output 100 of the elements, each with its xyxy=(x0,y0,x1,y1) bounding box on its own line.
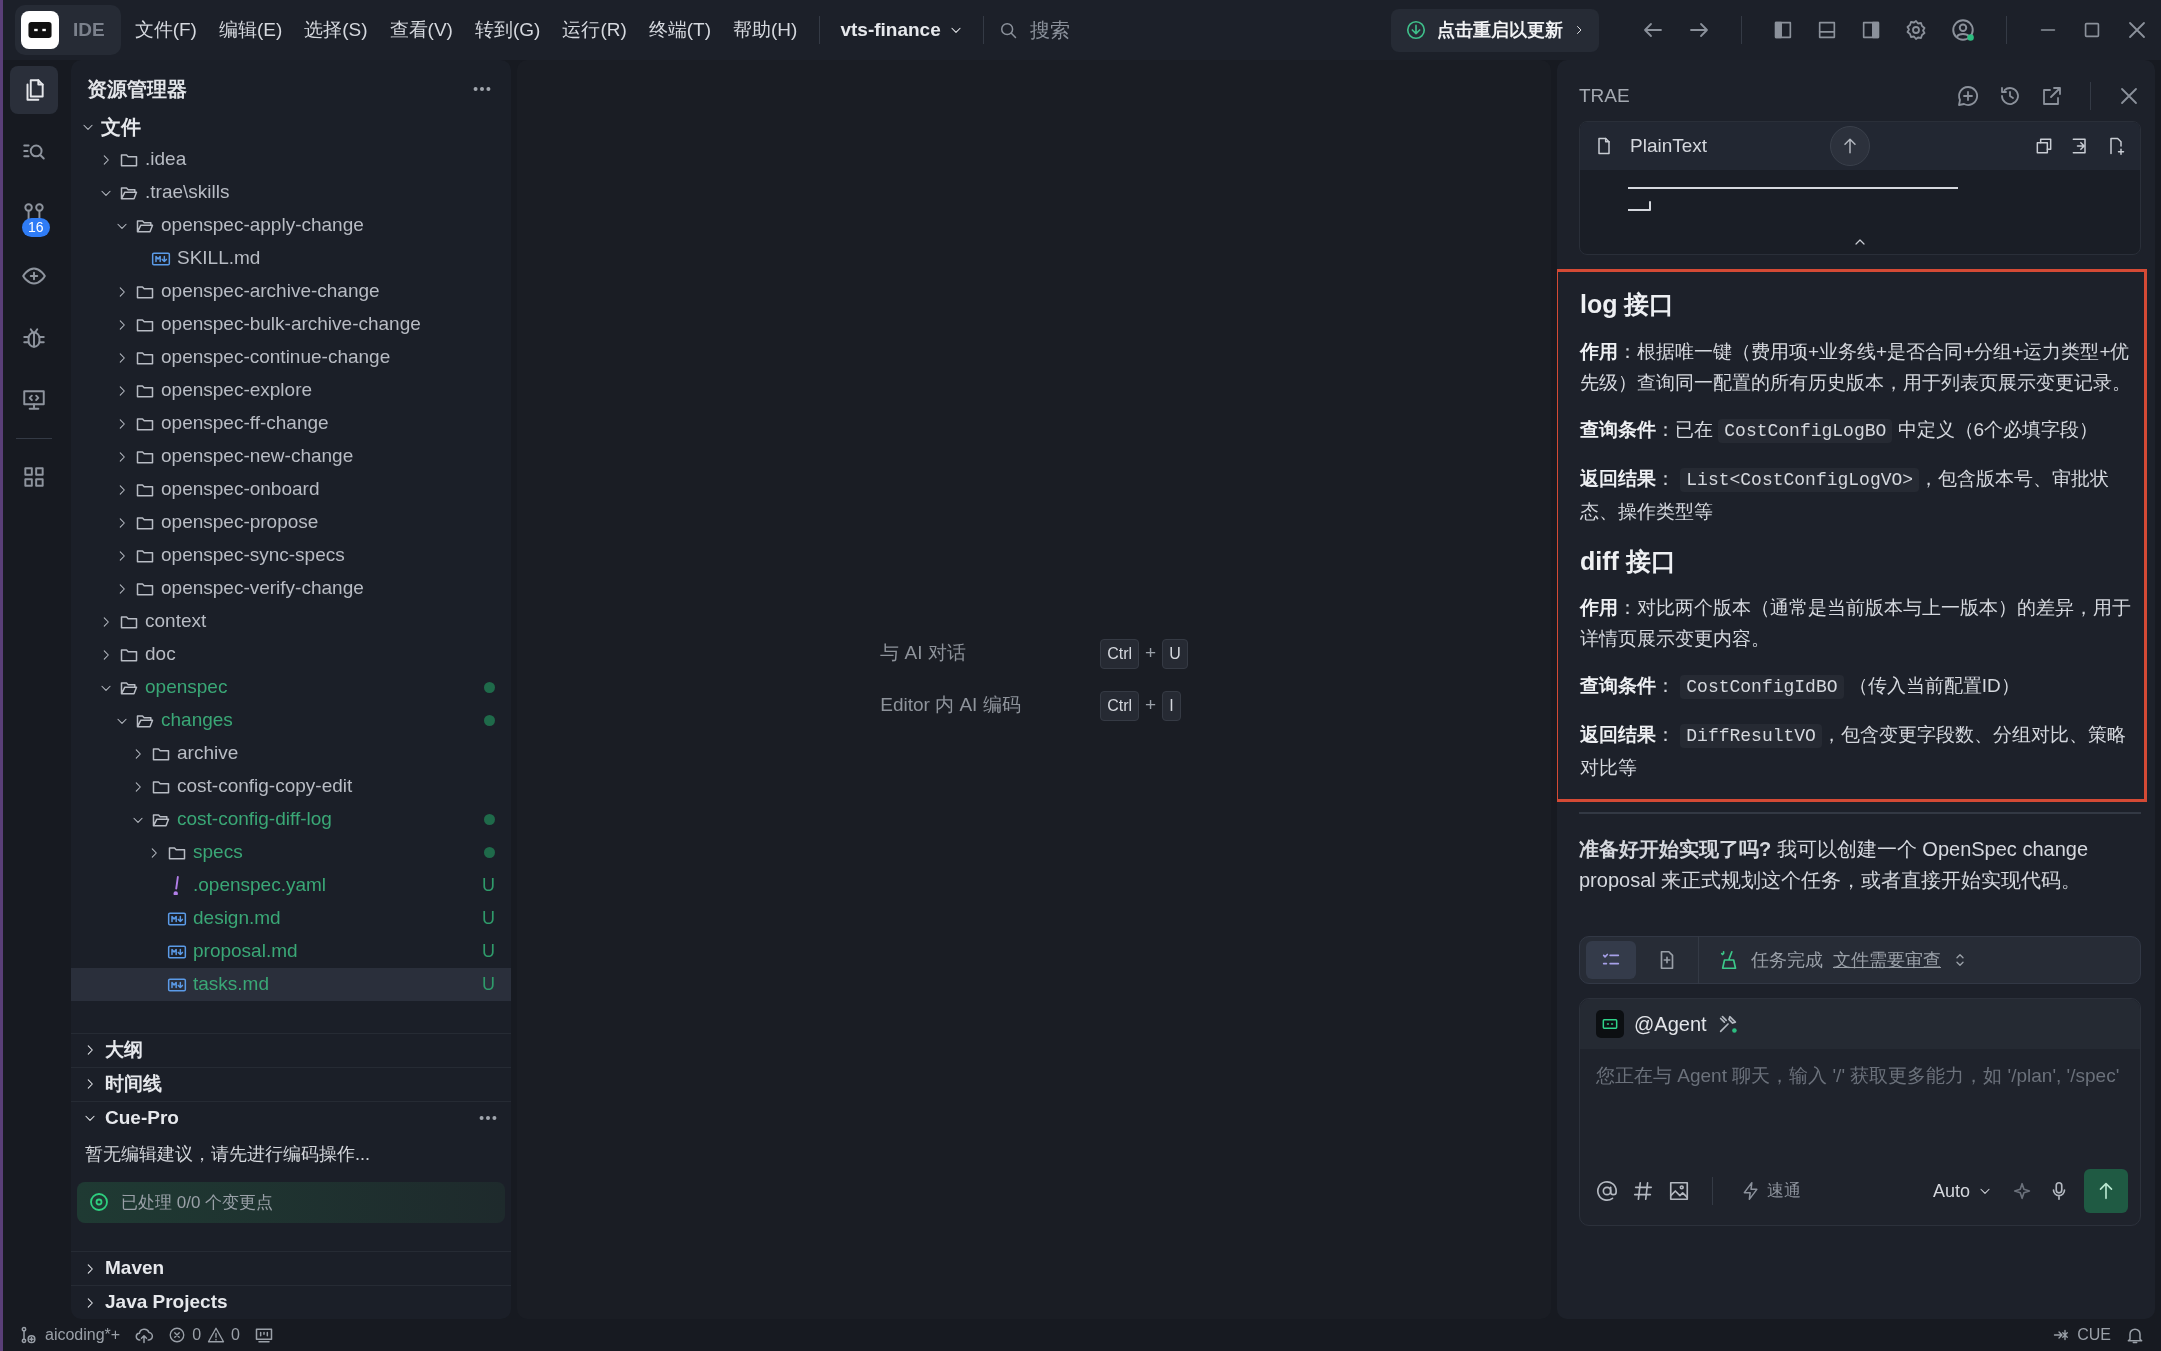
account-icon[interactable] xyxy=(1950,17,1976,43)
menu-item[interactable]: 文件(F) xyxy=(126,11,205,49)
tree-item[interactable]: doc xyxy=(71,638,511,671)
language-label: PlainText xyxy=(1630,133,1708,158)
panel-header[interactable]: Java Projects xyxy=(71,1285,511,1319)
tree-item[interactable]: cost-config-diff-log xyxy=(71,803,511,836)
plus-sign: + xyxy=(1145,641,1157,666)
tree-item[interactable]: openspec xyxy=(71,671,511,704)
menu-item[interactable]: 查看(V) xyxy=(381,11,461,49)
status-text: 已处理 0/0 个变更点 xyxy=(121,1191,274,1214)
bug-icon xyxy=(21,325,47,351)
tree-item[interactable]: archive xyxy=(71,737,511,770)
grid-icon xyxy=(21,464,47,490)
empty-message: 暂无编辑建议，请先进行编码操作... xyxy=(84,1142,371,1166)
activity-bar-item[interactable]: 16 xyxy=(10,190,58,238)
tree-item[interactable]: openspec-new-change xyxy=(71,440,511,473)
paragraph: 查询条件：已在 CostConfigLogBO 中定义（6个必填字段） xyxy=(1580,417,2100,445)
tree-item[interactable]: tasks.md U xyxy=(71,968,511,1001)
tree-item[interactable]: openspec-explore xyxy=(71,374,511,407)
task-status: 任务完成 xyxy=(1751,948,1823,972)
tree-section-header[interactable]: 文件 xyxy=(71,110,511,143)
hash-icon[interactable] xyxy=(1632,1180,1654,1202)
tree-item[interactable]: proposal.md U xyxy=(71,935,511,968)
count-badge: 16 xyxy=(22,218,50,237)
bottom-panel-icon[interactable] xyxy=(1816,19,1838,41)
tree-item[interactable]: .idea xyxy=(71,143,511,176)
activity-bar-item[interactable] xyxy=(10,66,58,114)
chat-box[interactable]: @Agent 您正在与 Agent 聊天，输入 '/' 获取更多能力，如 '/plan', '/spec' 速通 Auto xyxy=(1579,998,2141,1226)
chat-input[interactable]: 您正在与 Agent 聊天，输入 '/' 获取更多能力，如 '/plan', '/spec' xyxy=(1580,1049,2140,1169)
menu-item[interactable]: 转到(G) xyxy=(466,11,549,49)
task-tab[interactable] xyxy=(1586,941,1636,979)
bell-icon[interactable] xyxy=(2125,1325,2145,1345)
image-icon[interactable] xyxy=(1668,1180,1690,1202)
monitor-icon xyxy=(21,387,47,413)
panel-header[interactable]: Cue-Pro xyxy=(71,1100,511,1135)
tree-item[interactable]: changes xyxy=(71,704,511,737)
tree-item[interactable]: design.md U xyxy=(71,902,511,935)
tree-item[interactable]: openspec-ff-change xyxy=(71,407,511,440)
tree-item[interactable]: specs xyxy=(71,836,511,869)
tree-item[interactable]: context xyxy=(71,605,511,638)
key-cap: U xyxy=(1162,638,1188,669)
menu-item[interactable]: 终端(T) xyxy=(640,11,720,49)
at-sign-icon[interactable] xyxy=(1596,1180,1618,1202)
new-chat-icon[interactable] xyxy=(1956,84,1980,109)
key-cap: I xyxy=(1162,690,1181,721)
paragraph: 作用：对比两个版本（通常是当前版本与上一版本）的差异，用于详情页展示变更内容。 xyxy=(1580,596,2132,651)
tree-item[interactable]: cost-config-copy-edit xyxy=(71,770,511,803)
tree-item[interactable]: openspec-onboard xyxy=(71,473,511,506)
tree-item[interactable]: .openspec.yaml U xyxy=(71,869,511,902)
git-status-label: U xyxy=(482,874,495,897)
tree-item[interactable]: openspec-verify-change xyxy=(71,572,511,605)
right-panel-icon[interactable] xyxy=(1860,19,1882,41)
warning-icon xyxy=(207,1326,226,1344)
branch-label[interactable]: aicoding*+ xyxy=(45,1323,121,1347)
tree-item[interactable]: openspec-continue-change xyxy=(71,341,511,374)
paragraph: 返回结果： DiffResultVO ，包含变更字段数、分组对比、策略对比等 xyxy=(1580,723,2127,780)
model-dropdown[interactable]: Auto xyxy=(1926,1176,1998,1206)
panel-header[interactable]: 大纲 xyxy=(71,1032,511,1067)
panel-header[interactable]: Maven xyxy=(71,1251,511,1285)
tree-item[interactable]: openspec-bulk-archive-change xyxy=(71,308,511,341)
search-field[interactable]: 搜索 xyxy=(1027,14,1228,46)
error-count[interactable]: 0 xyxy=(192,1323,202,1347)
review-link[interactable]: 文件需要审查 xyxy=(1833,946,1941,974)
error-icon xyxy=(168,1326,187,1344)
paragraph: 查询条件： CostConfigIdBO （传入当前配置ID） xyxy=(1580,674,2021,701)
app-logo[interactable]: IDE xyxy=(15,5,121,55)
git-status-label: U xyxy=(482,907,495,930)
scroll-up-button[interactable] xyxy=(1830,125,1870,166)
tree-item[interactable]: openspec-archive-change xyxy=(71,275,511,308)
section-heading: log 接口 xyxy=(1580,289,1676,320)
shortcut-label: Editor 内 AI 编码 xyxy=(880,692,1022,717)
send-button[interactable] xyxy=(2084,1169,2128,1213)
tree-item[interactable]: SKILL.md xyxy=(71,242,511,275)
tree-item[interactable]: openspec-propose xyxy=(71,506,511,539)
paragraph: 返回结果： List<CostConfigLogVO> ，包含版本号、审批状态、操作类型等 xyxy=(1580,466,2111,524)
git-status-label: U xyxy=(482,973,495,996)
board-icon[interactable] xyxy=(254,1325,274,1345)
agent-label[interactable]: @Agent xyxy=(1634,1009,1707,1039)
settings-icon[interactable] xyxy=(1904,18,1928,42)
menu-item[interactable]: 选择(S) xyxy=(296,11,376,49)
cue-status[interactable]: CUE xyxy=(2077,1323,2111,1347)
sidebar-title: 资源管理器 xyxy=(87,77,187,102)
key-cap: Ctrl xyxy=(1100,690,1140,721)
panel-header[interactable]: 时间线 xyxy=(71,1066,511,1101)
branch-icon xyxy=(19,1325,39,1345)
lightning-icon xyxy=(1741,1181,1761,1201)
key-cap: Ctrl xyxy=(1100,638,1140,669)
paragraph: 准备好开始实现了吗? 我可以创建一个 OpenSpec change proposal 来正式规划这个任务，或者直接开始实现代码。 xyxy=(1579,837,2089,893)
menu-item[interactable]: 编辑(E) xyxy=(210,11,291,49)
left-panel-icon[interactable] xyxy=(1772,19,1794,41)
mode-button[interactable]: 速通 xyxy=(1735,1177,1807,1205)
paragraph: 作用：根据唯一键（费用项+业务线+是否合同+分组+运力类型+优先级）查询同一配置的所有历史版本，用于列表页展示变更记录。 xyxy=(1580,339,2132,395)
menu-item[interactable]: 帮助(H) xyxy=(725,11,806,49)
menu-item[interactable]: 运行(R) xyxy=(554,11,635,49)
warning-count[interactable]: 0 xyxy=(231,1323,240,1347)
update-button[interactable]: 点击重启以更新 xyxy=(1391,8,1599,52)
tree-item[interactable]: openspec-sync-specs xyxy=(71,539,511,572)
tree-item[interactable]: openspec-apply-change xyxy=(71,209,511,242)
project-dropdown[interactable]: vts-finance xyxy=(834,14,969,46)
tree-item[interactable]: .trae\skills xyxy=(71,176,511,209)
